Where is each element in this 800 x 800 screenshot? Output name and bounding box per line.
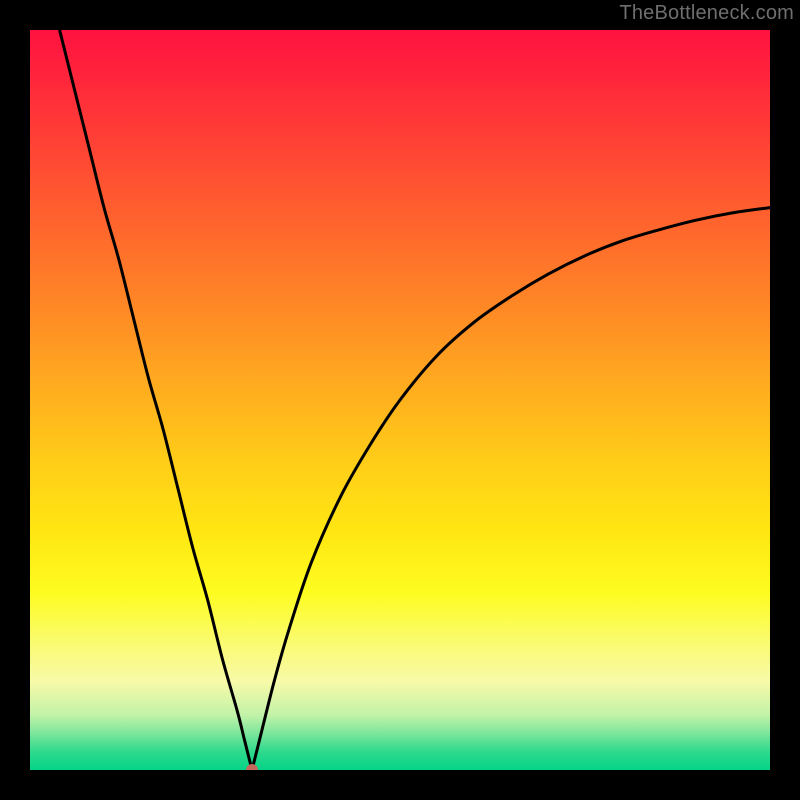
curve-layer <box>30 30 770 770</box>
minimum-marker <box>246 764 258 770</box>
plot-area <box>30 30 770 770</box>
watermark-text: TheBottleneck.com <box>619 2 794 25</box>
chart-stage: TheBottleneck.com <box>0 0 800 800</box>
curve-left-branch <box>60 30 252 770</box>
curve-right-branch <box>252 208 770 770</box>
